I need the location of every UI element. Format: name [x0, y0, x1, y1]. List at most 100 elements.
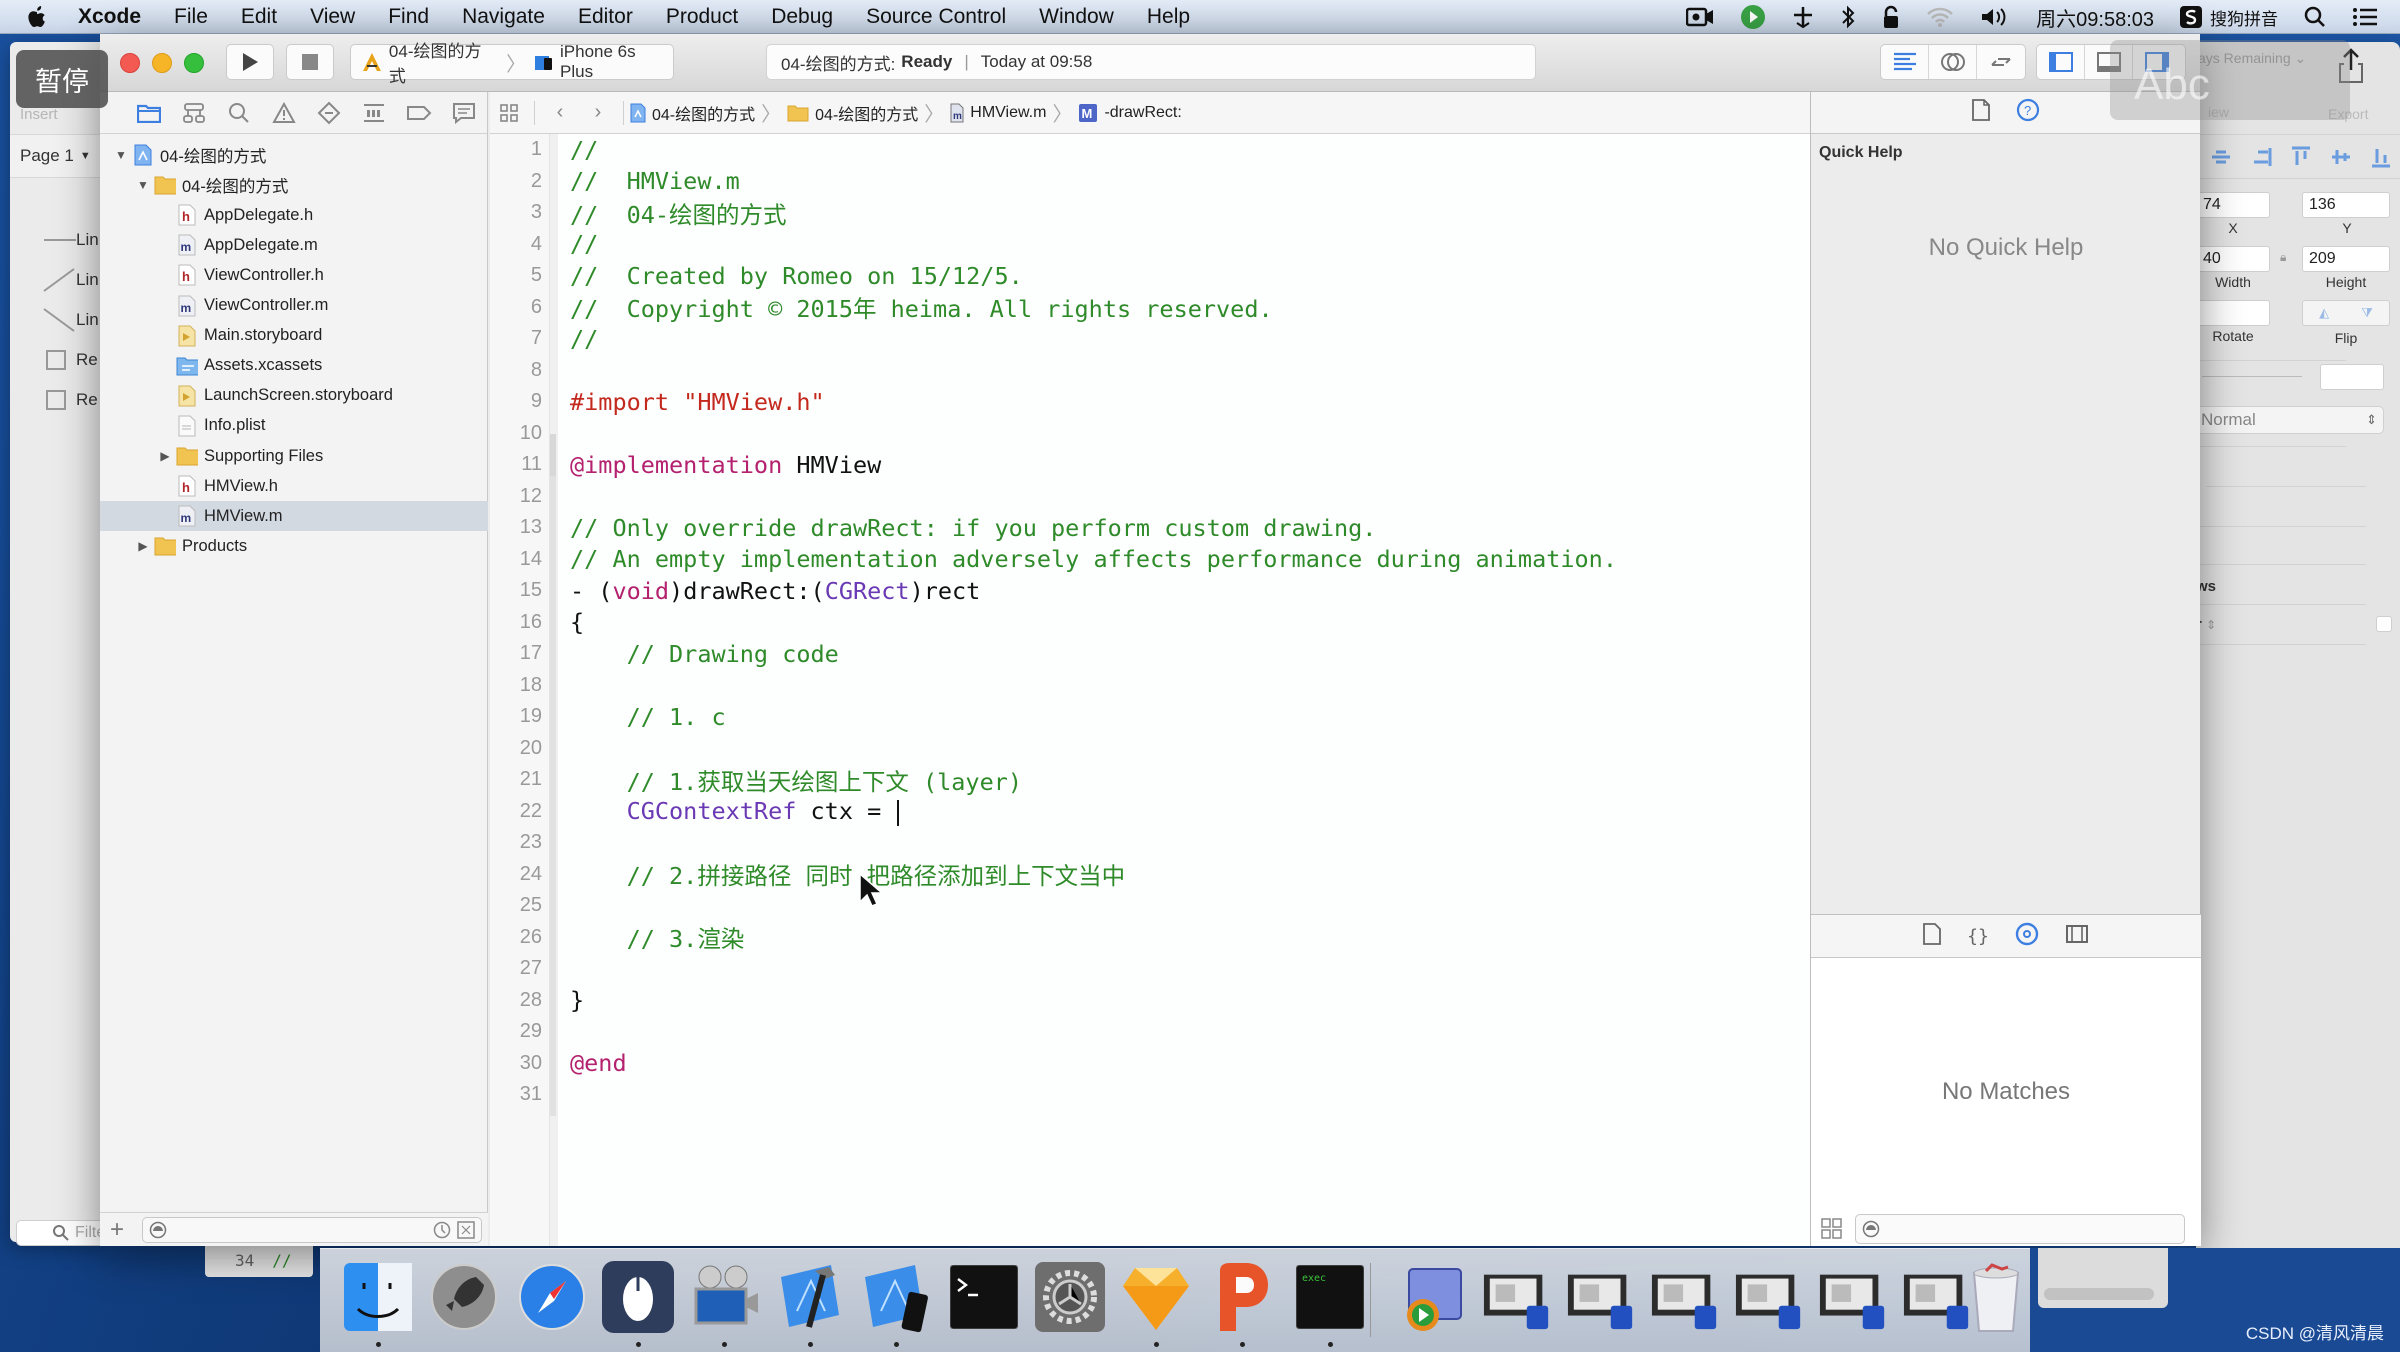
- dock-minimized-window[interactable]: [1818, 1263, 1890, 1335]
- code-line[interactable]: 21 // 1.获取当天绘图上下文 (layer): [490, 764, 1810, 796]
- sketch-insert-label[interactable]: Insert: [20, 106, 58, 123]
- dock-item[interactable]: [1120, 1263, 1192, 1347]
- breadcrumb-method[interactable]: M -drawRect:: [1078, 103, 1182, 123]
- quick-help-tab[interactable]: ?: [2016, 98, 2040, 127]
- dock-item-trash[interactable]: [1960, 1263, 2032, 1335]
- dock-item[interactable]: [428, 1263, 500, 1335]
- assistant-editor-button[interactable]: [1929, 45, 1977, 79]
- wifi-icon[interactable]: [1926, 0, 1954, 34]
- close-window-button[interactable]: [120, 53, 140, 73]
- player-icon[interactable]: [1740, 0, 1766, 34]
- grid-view-toggle-icon[interactable]: [1821, 1218, 1843, 1240]
- code-line[interactable]: 6 // Copyright © 2015年 heima. All rights …: [490, 292, 1810, 323]
- dock-minimized-window[interactable]: [1482, 1263, 1554, 1335]
- sketch-layer-line-3[interactable]: Lin: [10, 300, 102, 340]
- dock-item[interactable]: [342, 1262, 414, 1347]
- code-line[interactable]: 19 // 1. c: [490, 701, 1810, 733]
- dock-item[interactable]: [688, 1263, 760, 1347]
- code-line[interactable]: 23: [490, 827, 1810, 859]
- tree-item[interactable]: ▶ Supporting Files: [100, 441, 488, 471]
- debug-navigator-tab[interactable]: [351, 102, 396, 124]
- menu-find[interactable]: Find: [388, 5, 429, 29]
- sketch-layer-line-2[interactable]: Lin: [10, 260, 102, 300]
- align-right-icon[interactable]: [2250, 146, 2272, 168]
- dock-item[interactable]: [1034, 1261, 1106, 1335]
- sketch-layer-rect-2[interactable]: Re: [10, 380, 102, 420]
- sketch-layer-line-1[interactable]: Lin: [10, 220, 102, 260]
- object-library-tab[interactable]: [2015, 922, 2039, 951]
- code-line[interactable]: 30 @end: [490, 1048, 1810, 1080]
- menu-window[interactable]: Window: [1039, 5, 1114, 29]
- scrollbar[interactable]: [2044, 1288, 2154, 1300]
- disclosure-expanded-icon[interactable]: ▼: [136, 178, 150, 192]
- menu-navigate[interactable]: Navigate: [462, 5, 545, 29]
- dock-minimized-window[interactable]: [1650, 1263, 1722, 1335]
- filter-scope-icon[interactable]: [149, 1221, 167, 1239]
- menu-edit[interactable]: Edit: [241, 5, 277, 29]
- dock-item[interactable]: [1206, 1262, 1278, 1347]
- code-line[interactable]: 25: [490, 890, 1810, 922]
- zoom-window-button[interactable]: [184, 53, 204, 73]
- report-navigator-tab[interactable]: [441, 102, 486, 124]
- code-line[interactable]: 20: [490, 733, 1810, 765]
- dock-item[interactable]: [948, 1263, 1020, 1335]
- project-navigator-tab[interactable]: [126, 103, 171, 123]
- code-line[interactable]: 12: [490, 481, 1810, 513]
- tree-item[interactable]: ▼ 04-绘图的方式: [100, 140, 488, 170]
- toggle-navigator-button[interactable]: [2037, 45, 2085, 79]
- code-line[interactable]: 5 // Created by Romeo on 15/12/5.: [490, 260, 1810, 292]
- go-forward-button[interactable]: ›: [579, 101, 617, 124]
- code-line[interactable]: 16 {: [490, 607, 1810, 639]
- code-line[interactable]: 29: [490, 1016, 1810, 1048]
- pause-badge[interactable]: 暂停: [16, 50, 108, 108]
- source-control-filter-icon[interactable]: [457, 1221, 475, 1239]
- add-file-button[interactable]: +: [110, 1216, 124, 1244]
- code-line[interactable]: 11 @implementation HMView: [490, 449, 1810, 481]
- menu-file[interactable]: File: [174, 5, 208, 29]
- disclosure-collapsed-icon[interactable]: ▶: [158, 449, 172, 463]
- code-line[interactable]: 7 //: [490, 323, 1810, 355]
- minimize-window-button[interactable]: [152, 53, 172, 73]
- volume-icon[interactable]: [1980, 0, 2010, 34]
- scheme-selector[interactable]: 04-绘图的方式 〉 iPhone 6s Plus: [350, 42, 674, 86]
- dock-item[interactable]: [516, 1263, 588, 1335]
- code-line[interactable]: 1 //: [490, 134, 1810, 166]
- tree-item[interactable]: m HMView.m: [100, 501, 488, 532]
- related-items-button[interactable]: [490, 103, 528, 123]
- tree-item[interactable]: h AppDelegate.h: [100, 200, 488, 230]
- bluetooth-icon[interactable]: [1840, 0, 1856, 34]
- y-field[interactable]: 136: [2302, 192, 2390, 218]
- code-line[interactable]: 24 // 2.拼接路径 同时 把路径添加到上下文当中: [490, 859, 1810, 890]
- code-line[interactable]: 13 // Only override drawRect: if you perf…: [490, 512, 1810, 544]
- code-line[interactable]: 10: [490, 418, 1810, 450]
- file-template-library-tab[interactable]: [1923, 922, 1942, 950]
- apple-logo-icon[interactable]: [26, 4, 70, 30]
- breadcrumb-project[interactable]: 04-绘图的方式: [630, 101, 755, 125]
- source-editor[interactable]: 1 // 2 // HMView.m 3 // 04-绘图的方式 4 // 5 // Create…: [490, 134, 1810, 1246]
- menu-view[interactable]: View: [310, 5, 355, 29]
- tree-item[interactable]: LaunchScreen.storyboard: [100, 381, 488, 411]
- align-top-icon[interactable]: [2290, 146, 2312, 168]
- sketch-layer-rect-1[interactable]: Re: [10, 340, 102, 380]
- version-editor-button[interactable]: [1977, 45, 2025, 79]
- code-line[interactable]: 8: [490, 355, 1810, 387]
- code-line[interactable]: 9 #import "HMView.h": [490, 386, 1810, 418]
- spotlight-search-icon[interactable]: [2304, 0, 2326, 34]
- tree-item[interactable]: h ViewController.h: [100, 260, 488, 290]
- menu-xcode[interactable]: Xcode: [78, 5, 141, 29]
- sketch-page-selector[interactable]: Page 1 ▼: [10, 134, 102, 178]
- lock-aspect-icon[interactable]: 🔒︎: [2280, 250, 2286, 265]
- menu-help[interactable]: Help: [1147, 5, 1190, 29]
- opacity-field[interactable]: [2320, 364, 2384, 390]
- input-method-indicator[interactable]: 搜狗拼音: [2180, 0, 2278, 34]
- menu-source-control[interactable]: Source Control: [866, 5, 1006, 29]
- symbol-navigator-tab[interactable]: [171, 102, 216, 124]
- disclosure-expanded-icon[interactable]: ▼: [114, 148, 128, 162]
- code-line[interactable]: 26 // 3.渲染: [490, 922, 1810, 953]
- width-field[interactable]: 40: [2196, 246, 2270, 272]
- flip-vertical-icon[interactable]: ⧩: [2361, 305, 2373, 321]
- rotate-field[interactable]: [2196, 300, 2270, 326]
- code-line[interactable]: 17 // Drawing code: [490, 638, 1810, 670]
- go-back-button[interactable]: ‹: [541, 101, 579, 124]
- stop-button[interactable]: [286, 44, 334, 80]
